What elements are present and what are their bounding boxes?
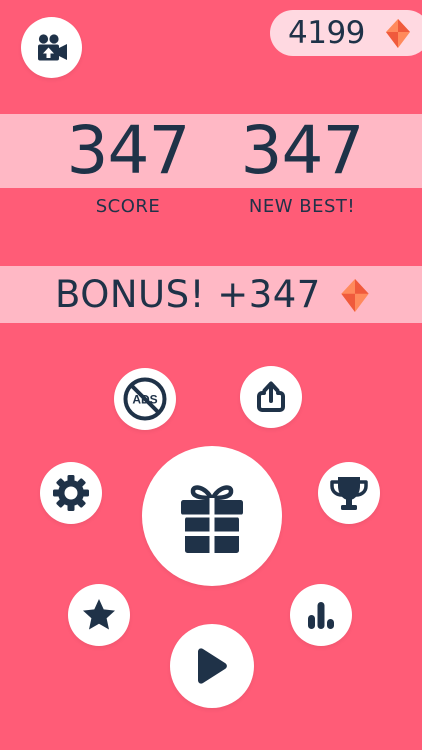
achievements-button[interactable] <box>318 462 380 524</box>
gift-button[interactable] <box>142 446 282 586</box>
score-value: 347 <box>66 112 191 189</box>
gem-icon <box>386 19 410 48</box>
best-score-value: 347 <box>240 112 365 189</box>
gift-icon <box>179 478 245 554</box>
share-icon <box>253 379 289 415</box>
gem-count: 4199 <box>288 15 365 51</box>
new-best-label: NEW BEST! <box>248 196 356 217</box>
star-icon <box>81 598 117 632</box>
gear-icon <box>52 474 90 512</box>
video-camera-icon <box>35 33 69 63</box>
bonus-text: BONUS! +347 <box>55 273 321 316</box>
remove-ads-button[interactable]: ADS <box>114 368 176 430</box>
gem-counter[interactable]: 4199 <box>270 10 422 56</box>
score-label: SCORE <box>95 196 161 217</box>
gem-icon <box>341 279 369 312</box>
share-button[interactable] <box>240 366 302 428</box>
no-ads-icon: ADS <box>122 376 168 422</box>
game-over-screen: 4199 347 347 SCORE NEW BEST! BONUS! +347… <box>0 0 422 750</box>
play-icon <box>195 646 229 686</box>
play-button[interactable] <box>170 624 254 708</box>
rate-button[interactable] <box>68 584 130 646</box>
trophy-icon <box>328 473 370 513</box>
settings-button[interactable] <box>40 462 102 524</box>
leaderboard-button[interactable] <box>290 584 352 646</box>
record-video-button[interactable] <box>21 17 82 78</box>
bar-chart-icon <box>306 600 336 630</box>
